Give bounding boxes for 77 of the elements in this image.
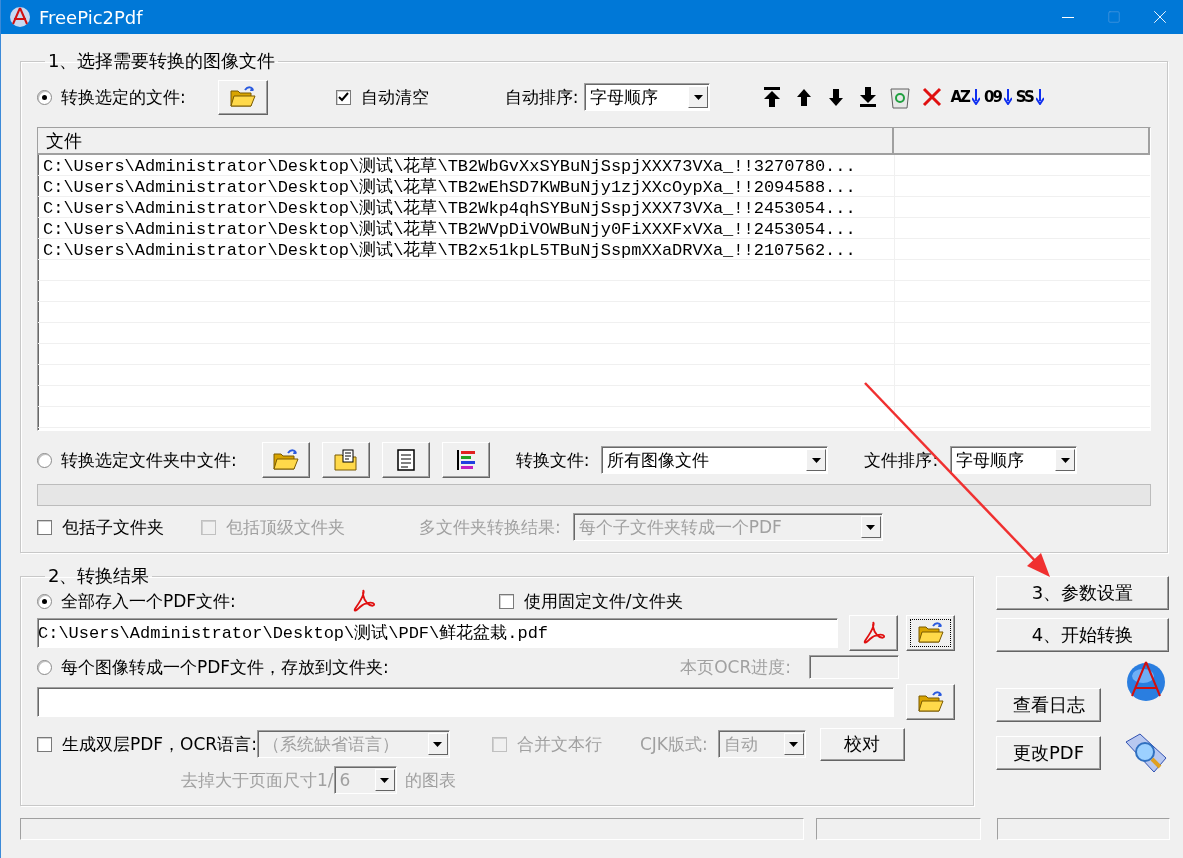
- arrow-down-icon: [1035, 89, 1044, 105]
- folder-icon: [917, 622, 944, 644]
- sort-button[interactable]: 09: [981, 81, 1014, 113]
- output-folder-field[interactable]: [37, 687, 894, 717]
- file-sort-label: 文件排序:: [864, 448, 939, 472]
- folder-icon: [272, 449, 299, 471]
- maximize-icon: [1107, 10, 1121, 24]
- checkbox-label: 使用固定文件/文件夹: [523, 589, 683, 613]
- arrow-to-bottom-icon: [858, 86, 879, 108]
- pdf-file-icon: [861, 621, 886, 645]
- modify-pdf-button[interactable]: 更改PDF: [996, 736, 1101, 770]
- remove-graphics-label: 去掉大于页面尺寸1/: [181, 768, 334, 792]
- dropdown-arrow-icon: [433, 741, 443, 747]
- output-file-field[interactable]: C:\Users\Administrator\Desktop\测试\PDF\鲜花盆栽.pdf: [37, 618, 838, 648]
- minimize-icon: [1062, 16, 1074, 18]
- group-title: 2、转换结果: [47, 565, 151, 587]
- checkbox-label: 自动清空: [360, 85, 429, 109]
- file-path[interactable]: C:\Users\Administrator\Desktop\测试\花草\TB2WbGvXxSYBuNjSspjXXX73VXa_!!3270780...: [38, 156, 894, 177]
- ocr-progress-label: 本页OCR进度:: [680, 655, 791, 679]
- cjk-layout-label: CJK版式:: [639, 732, 708, 756]
- close-icon: [921, 86, 944, 108]
- radio-label: 转换选定的文件:: [61, 85, 186, 109]
- list-button[interactable]: [381, 442, 430, 478]
- remove-graphics-suffix: 的图表: [404, 768, 456, 792]
- dropdown-arrow-icon: [811, 457, 821, 463]
- radio-label: 每个图像转成一个PDF文件，存放到文件夹:: [61, 655, 389, 679]
- sort-button[interactable]: SS: [1013, 81, 1046, 113]
- radio-label: 全部存入一个PDF文件:: [61, 589, 236, 613]
- checkbox-label: 包括顶级文件夹: [226, 515, 345, 539]
- file-path[interactable]: C:\Users\Administrator\Desktop\测试\花草\TB2x51kpL5TBuNjSspmXXaDRVXa_!!2107562...: [38, 240, 894, 261]
- group-title: 1、选择需要转换的图像文件: [47, 50, 277, 72]
- pdf-button[interactable]: [849, 615, 898, 651]
- window-title: FreePic2Pdf: [39, 6, 144, 28]
- color-bars-icon: [454, 449, 477, 471]
- dropdown-arrow-icon: [1060, 457, 1070, 463]
- sort-label: 自动排序:: [504, 85, 579, 109]
- magnifier-map-icon: [1123, 732, 1169, 774]
- folder-icon: [229, 86, 256, 108]
- checkbox[interactable]: [498, 593, 514, 609]
- file-path[interactable]: C:\Users\Administrator\Desktop\测试\花草\TB2WVpDiVOWBuNjy0FiXXXFxVXa_!!2453054...: [38, 219, 894, 240]
- folder-properties-button[interactable]: [321, 442, 370, 478]
- folder-icon: [917, 691, 944, 713]
- dropdown-arrow-icon: [380, 777, 390, 783]
- dropdown[interactable]: 字母顺序: [950, 446, 1078, 474]
- checkbox[interactable]: [335, 89, 351, 105]
- view-log-button[interactable]: 查看日志: [996, 688, 1101, 722]
- convert-files-label: 转换文件:: [515, 448, 590, 472]
- dropdown-arrow-icon: [693, 94, 703, 100]
- checkbox-label: 包括子文件夹: [62, 515, 164, 539]
- file-path[interactable]: C:\Users\Administrator\Desktop\测试\花草\TB2wEhSD7KWBuNjy1zjXXcOypXa_!!2094588...: [38, 177, 894, 198]
- checkbox-label: 合并文本行: [516, 732, 602, 756]
- sort-button[interactable]: AZ: [948, 81, 982, 113]
- arrow-to-top-icon: [762, 86, 783, 108]
- dropdown[interactable]: 所有图像文件: [601, 446, 829, 474]
- dropdown-arrow-icon: [789, 741, 799, 747]
- arrow-down-icon: [971, 89, 980, 105]
- tree-button[interactable]: [441, 442, 490, 478]
- open-folder-button[interactable]: [906, 615, 955, 651]
- multi-folder-label: 多文件夹转换结果:: [419, 515, 561, 539]
- folder-properties-icon: [333, 449, 358, 471]
- proofread-button[interactable]: 校对: [819, 727, 905, 761]
- pdf-logo-icon: [351, 589, 376, 613]
- action-button[interactable]: 3、参数设置: [996, 576, 1169, 610]
- dropdown[interactable]: 字母顺序: [584, 83, 711, 111]
- file-path[interactable]: C:\Users\Administrator\Desktop\测试\花草\TB2Wkp4qhSYBuNjSspjXXX73VXa_!!2453054...: [38, 198, 894, 219]
- column-header[interactable]: 文件: [38, 128, 894, 153]
- checkbox[interactable]: [37, 736, 52, 752]
- app-icon: [9, 6, 31, 28]
- recycle-bin-icon: [889, 85, 912, 109]
- radio-button[interactable]: [37, 593, 52, 609]
- radio-label: 转换选定文件夹中文件:: [61, 448, 237, 472]
- checkbox[interactable]: [37, 519, 52, 535]
- arrow-down-icon: [1003, 89, 1012, 105]
- action-button[interactable]: 4、开始转换: [996, 618, 1169, 652]
- checkbox-label: 生成双层PDF，OCR语言:: [62, 732, 257, 756]
- dropdown-arrow-icon: [866, 524, 876, 530]
- document-list-icon: [396, 449, 415, 471]
